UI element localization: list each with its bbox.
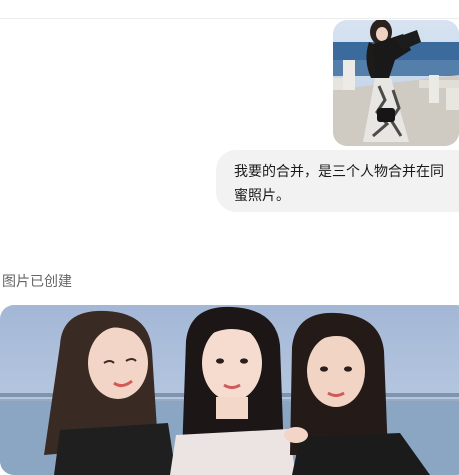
uploaded-image-art bbox=[333, 20, 459, 146]
top-divider bbox=[0, 18, 459, 19]
uploaded-image-thumbnail[interactable] bbox=[333, 20, 459, 146]
generated-image-art bbox=[0, 305, 459, 475]
user-message-line-2: 蜜照片。 bbox=[234, 188, 290, 204]
user-message-line-1: 我要的合并，是三个人物合并在同 bbox=[234, 164, 444, 180]
generated-image[interactable] bbox=[0, 305, 459, 475]
image-created-status: 图片已创建 bbox=[2, 274, 72, 290]
user-message-bubble: 我要的合并，是三个人物合并在同 蜜照片。 bbox=[216, 150, 459, 212]
